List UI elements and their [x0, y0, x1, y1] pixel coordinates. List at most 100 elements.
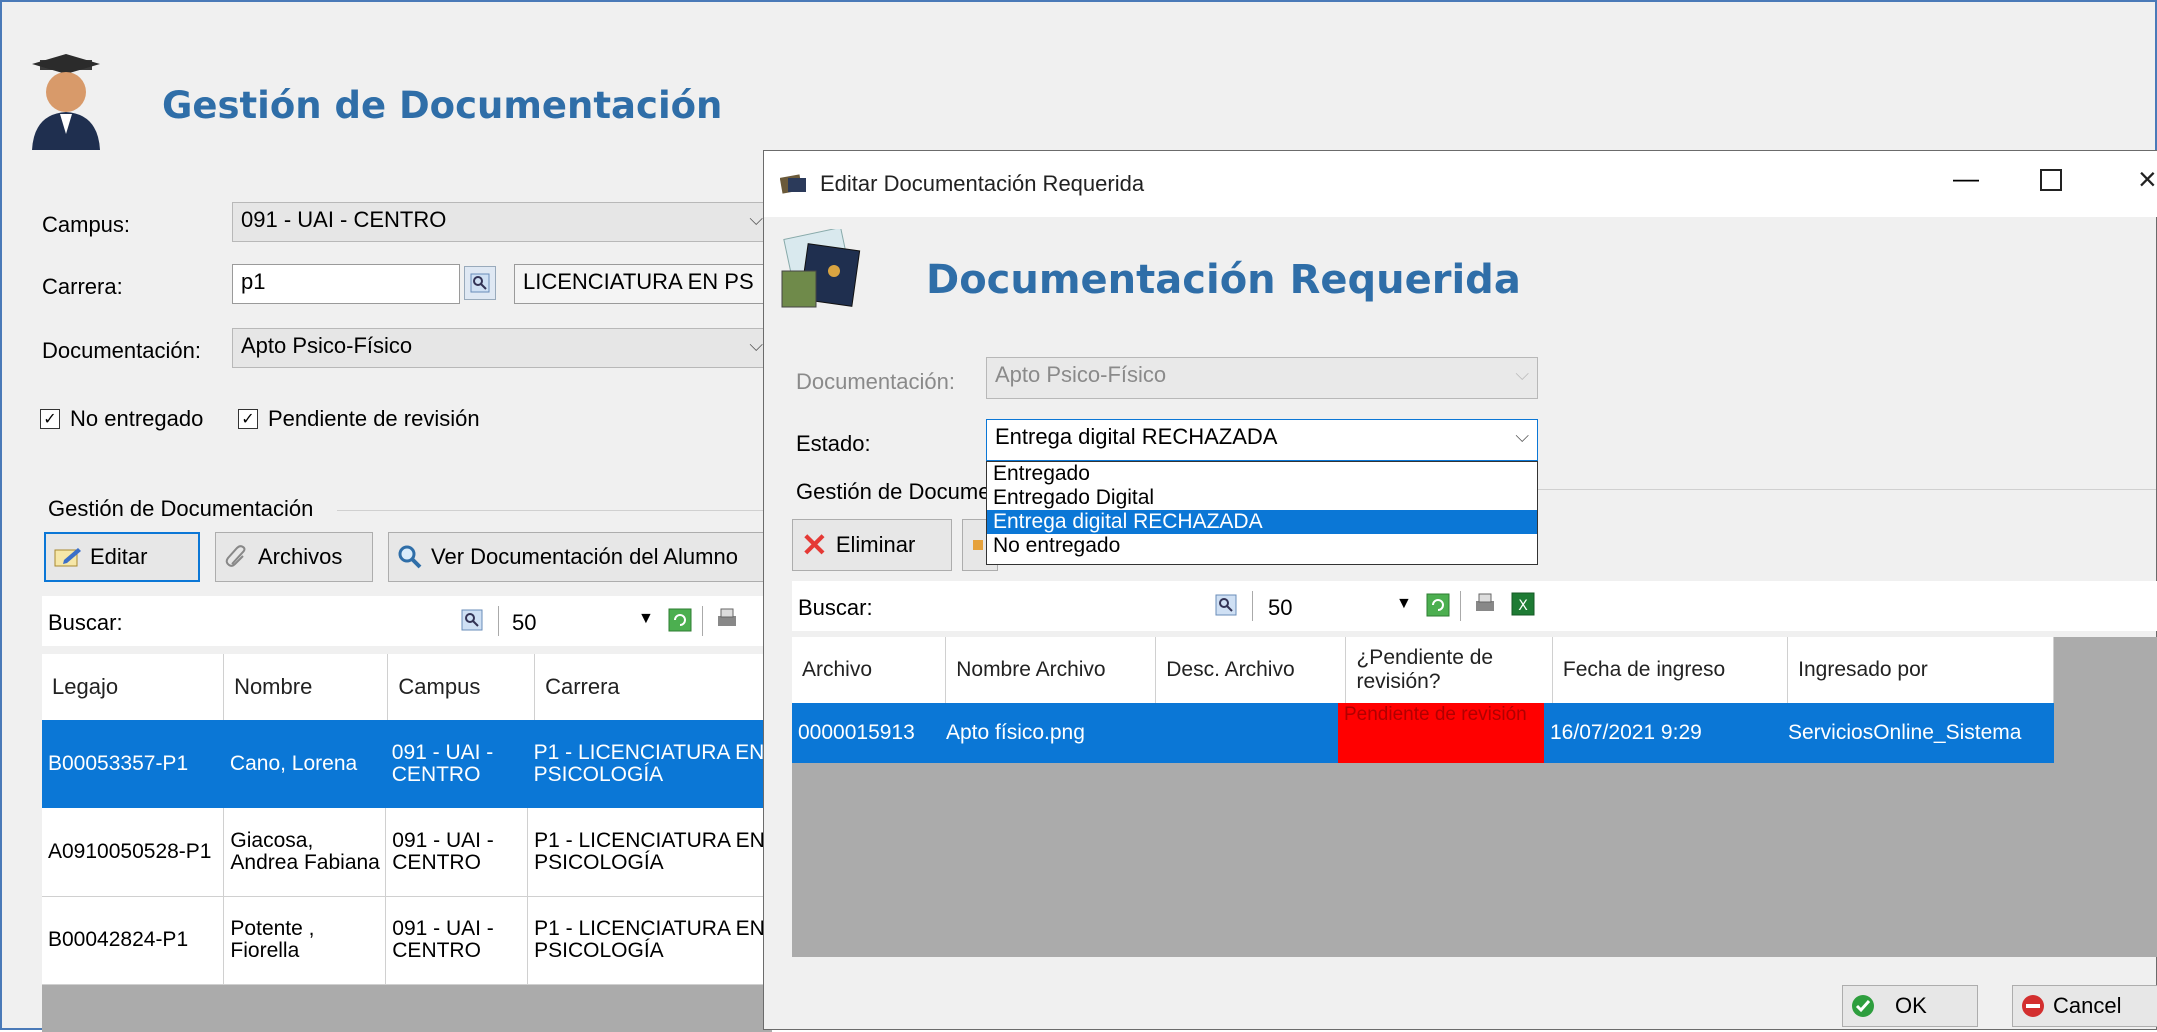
cancel-button[interactable]: Cancel [2012, 985, 2157, 1027]
buscar-input[interactable] [142, 602, 482, 640]
editar-button[interactable]: Editar [44, 532, 200, 582]
dlg-page-size[interactable]: 50 [1268, 595, 1292, 621]
campus-cell: 091 - UAI - CENTRO [385, 720, 528, 808]
column-header[interactable]: Desc. Archivo [1156, 637, 1347, 703]
estado-option[interactable]: Entregado Digital [987, 486, 1537, 510]
dlg-grid-body: 0000015913 Apto físico.png Pendiente de … [792, 703, 2054, 763]
search-icon [470, 273, 490, 293]
search-icon[interactable] [1214, 593, 1238, 617]
pendiente-label: Pendiente de revisión [268, 406, 480, 431]
no-entregado-checkbox[interactable]: ✓ No entregado [40, 406, 203, 432]
campus-label: Campus: [42, 212, 131, 237]
chevron-down-icon: ⌵ [1515, 426, 1529, 446]
dlg-documentacion-label: Documentación: [796, 369, 955, 394]
print-icon[interactable] [714, 606, 740, 632]
table-row[interactable]: B00053357-P1 Cano, Lorena 091 - UAI - CE… [42, 720, 772, 808]
minimize-icon[interactable]: — [1946, 163, 1986, 203]
estado-select[interactable]: Entrega digital RECHAZADA ⌵ [986, 419, 1538, 461]
delete-x-icon: ✕ [801, 527, 828, 563]
dlg-search-toolbar: Buscar: 50 ▼ X [792, 581, 2157, 631]
dropdown-arrow-icon[interactable]: ▼ [1396, 595, 1412, 613]
estado-option-selected[interactable]: Entrega digital RECHAZADA [987, 510, 1537, 534]
column-header[interactable]: Ingresado por [1788, 637, 2054, 703]
editar-label: Editar [90, 544, 148, 569]
toolbar-divider [1252, 591, 1253, 621]
column-header[interactable]: Fecha de ingreso [1552, 637, 1789, 703]
campus-select[interactable]: 091 - UAI - CENTRO ⌵ [232, 202, 772, 242]
archivos-button[interactable]: Archivos [215, 532, 373, 582]
carrera-search-button[interactable] [464, 266, 496, 300]
print-icon[interactable] [1472, 591, 1498, 617]
legajo-cell: A0910050528-P1 [42, 808, 225, 897]
dlg-documentacion-select: Apto Psico-Físico ⌵ [986, 357, 1538, 399]
checkbox-checked-icon: ✓ [238, 409, 258, 429]
dropdown-arrow-icon[interactable]: ▼ [638, 610, 654, 628]
column-header[interactable]: ¿Pendiente de revisión? [1346, 637, 1553, 703]
table-row[interactable]: 0000015913 Apto físico.png Pendiente de … [792, 703, 2054, 763]
estado-option[interactable]: No entregado [987, 534, 1537, 558]
dlg-buscar-input[interactable] [892, 587, 1192, 625]
excel-export-icon[interactable]: X [1510, 591, 1536, 617]
table-row[interactable]: A0910050528-P1 Giacosa, Andrea Fabiana 0… [42, 808, 772, 897]
check-circle-icon [1852, 995, 1874, 1017]
carrera-label: Carrera: [42, 274, 123, 299]
column-header[interactable]: Legajo [42, 654, 225, 720]
ingresado-cell: ServiciosOnline_Sistema [1782, 703, 2054, 763]
paperclip-icon [225, 545, 246, 567]
column-header[interactable]: Archivo [792, 637, 947, 703]
ok-label: OK [1895, 993, 1927, 1018]
carrera-cell: P1 - LICENCIATURA EN PSICOLOGÍA [527, 808, 772, 897]
carrera-code-input[interactable]: p1 [232, 264, 460, 304]
nombre-cell: Cano, Lorena [223, 720, 386, 808]
estado-label: Estado: [796, 431, 871, 456]
maximize-icon[interactable] [2040, 169, 2062, 191]
estado-option[interactable]: Entregado [987, 462, 1537, 486]
toolbar-button-icon [973, 540, 983, 550]
magnifier-icon [398, 545, 422, 569]
ok-button[interactable]: OK [1842, 985, 1978, 1027]
column-header[interactable]: Nombre [224, 654, 389, 720]
svg-text:X: X [1518, 598, 1528, 614]
dialog-titlebar[interactable]: Editar Documentación Requerida — × [764, 151, 2157, 217]
edit-icon [54, 548, 81, 567]
column-header[interactable]: Carrera [535, 654, 772, 720]
grid-body: B00053357-P1 Cano, Lorena 091 - UAI - CE… [42, 720, 772, 985]
eliminar-button[interactable]: ✕ Eliminar [792, 519, 952, 571]
documentacion-select[interactable]: Apto Psico-Físico ⌵ [232, 328, 772, 368]
page-size-value[interactable]: 50 [512, 610, 536, 636]
search-toolbar: Buscar: 50 ▼ [42, 596, 772, 646]
refresh-icon[interactable] [668, 608, 692, 632]
chevron-down-icon: ⌵ [749, 335, 763, 355]
dlg-grid-header: Archivo Nombre Archivo Desc. Archivo ¿Pe… [792, 637, 2054, 704]
ver-documentacion-label: Ver Documentación del Alumno [431, 544, 738, 569]
search-icon[interactable] [460, 608, 484, 632]
pendiente-checkbox[interactable]: ✓ Pendiente de revisión [238, 406, 480, 432]
estado-dropdown-list: Entregado Entregado Digital Entrega digi… [986, 461, 1538, 565]
carrera-cell: P1 - LICENCIATURA EN PSICOLOGÍA [527, 896, 772, 985]
certificate-icon [781, 229, 861, 308]
ver-documentacion-button[interactable]: Ver Documentación del Alumno [388, 532, 768, 582]
document-icon [780, 174, 806, 194]
refresh-icon[interactable] [1426, 593, 1450, 617]
close-icon[interactable]: × [2138, 161, 2157, 198]
group-divider [1536, 489, 2156, 490]
group-divider [337, 510, 767, 511]
alumnos-grid: Legajo Nombre Campus Carrera B00053357-P… [42, 654, 772, 1032]
table-row[interactable]: B00042824-P1 Potente , Fiorella 091 - UA… [42, 896, 772, 985]
column-header[interactable]: Nombre Archivo [946, 637, 1157, 703]
column-header[interactable]: Campus [388, 654, 536, 720]
pendiente-cell: Pendiente de revisión [1338, 703, 1544, 763]
chevron-down-icon: ⌵ [1515, 364, 1529, 384]
archivo-cell: 0000015913 [792, 703, 940, 763]
editar-documentacion-dialog: Editar Documentación Requerida — × Docum… [763, 150, 2157, 1030]
no-entregado-label: No entregado [70, 406, 204, 431]
carrera-cell: P1 - LICENCIATURA EN PSICOLOGÍA [527, 720, 772, 808]
checkbox-checked-icon: ✓ [40, 409, 60, 429]
archivos-grid: Archivo Nombre Archivo Desc. Archivo ¿Pe… [792, 637, 2157, 957]
dlg-buscar-label: Buscar: [798, 595, 873, 620]
cancel-label: Cancel [2053, 993, 2122, 1018]
graduate-avatar-icon [32, 54, 100, 150]
archivos-label: Archivos [258, 544, 343, 569]
no-entry-icon [2022, 995, 2044, 1017]
dlg-documentacion-value: Apto Psico-Físico [995, 362, 1167, 387]
